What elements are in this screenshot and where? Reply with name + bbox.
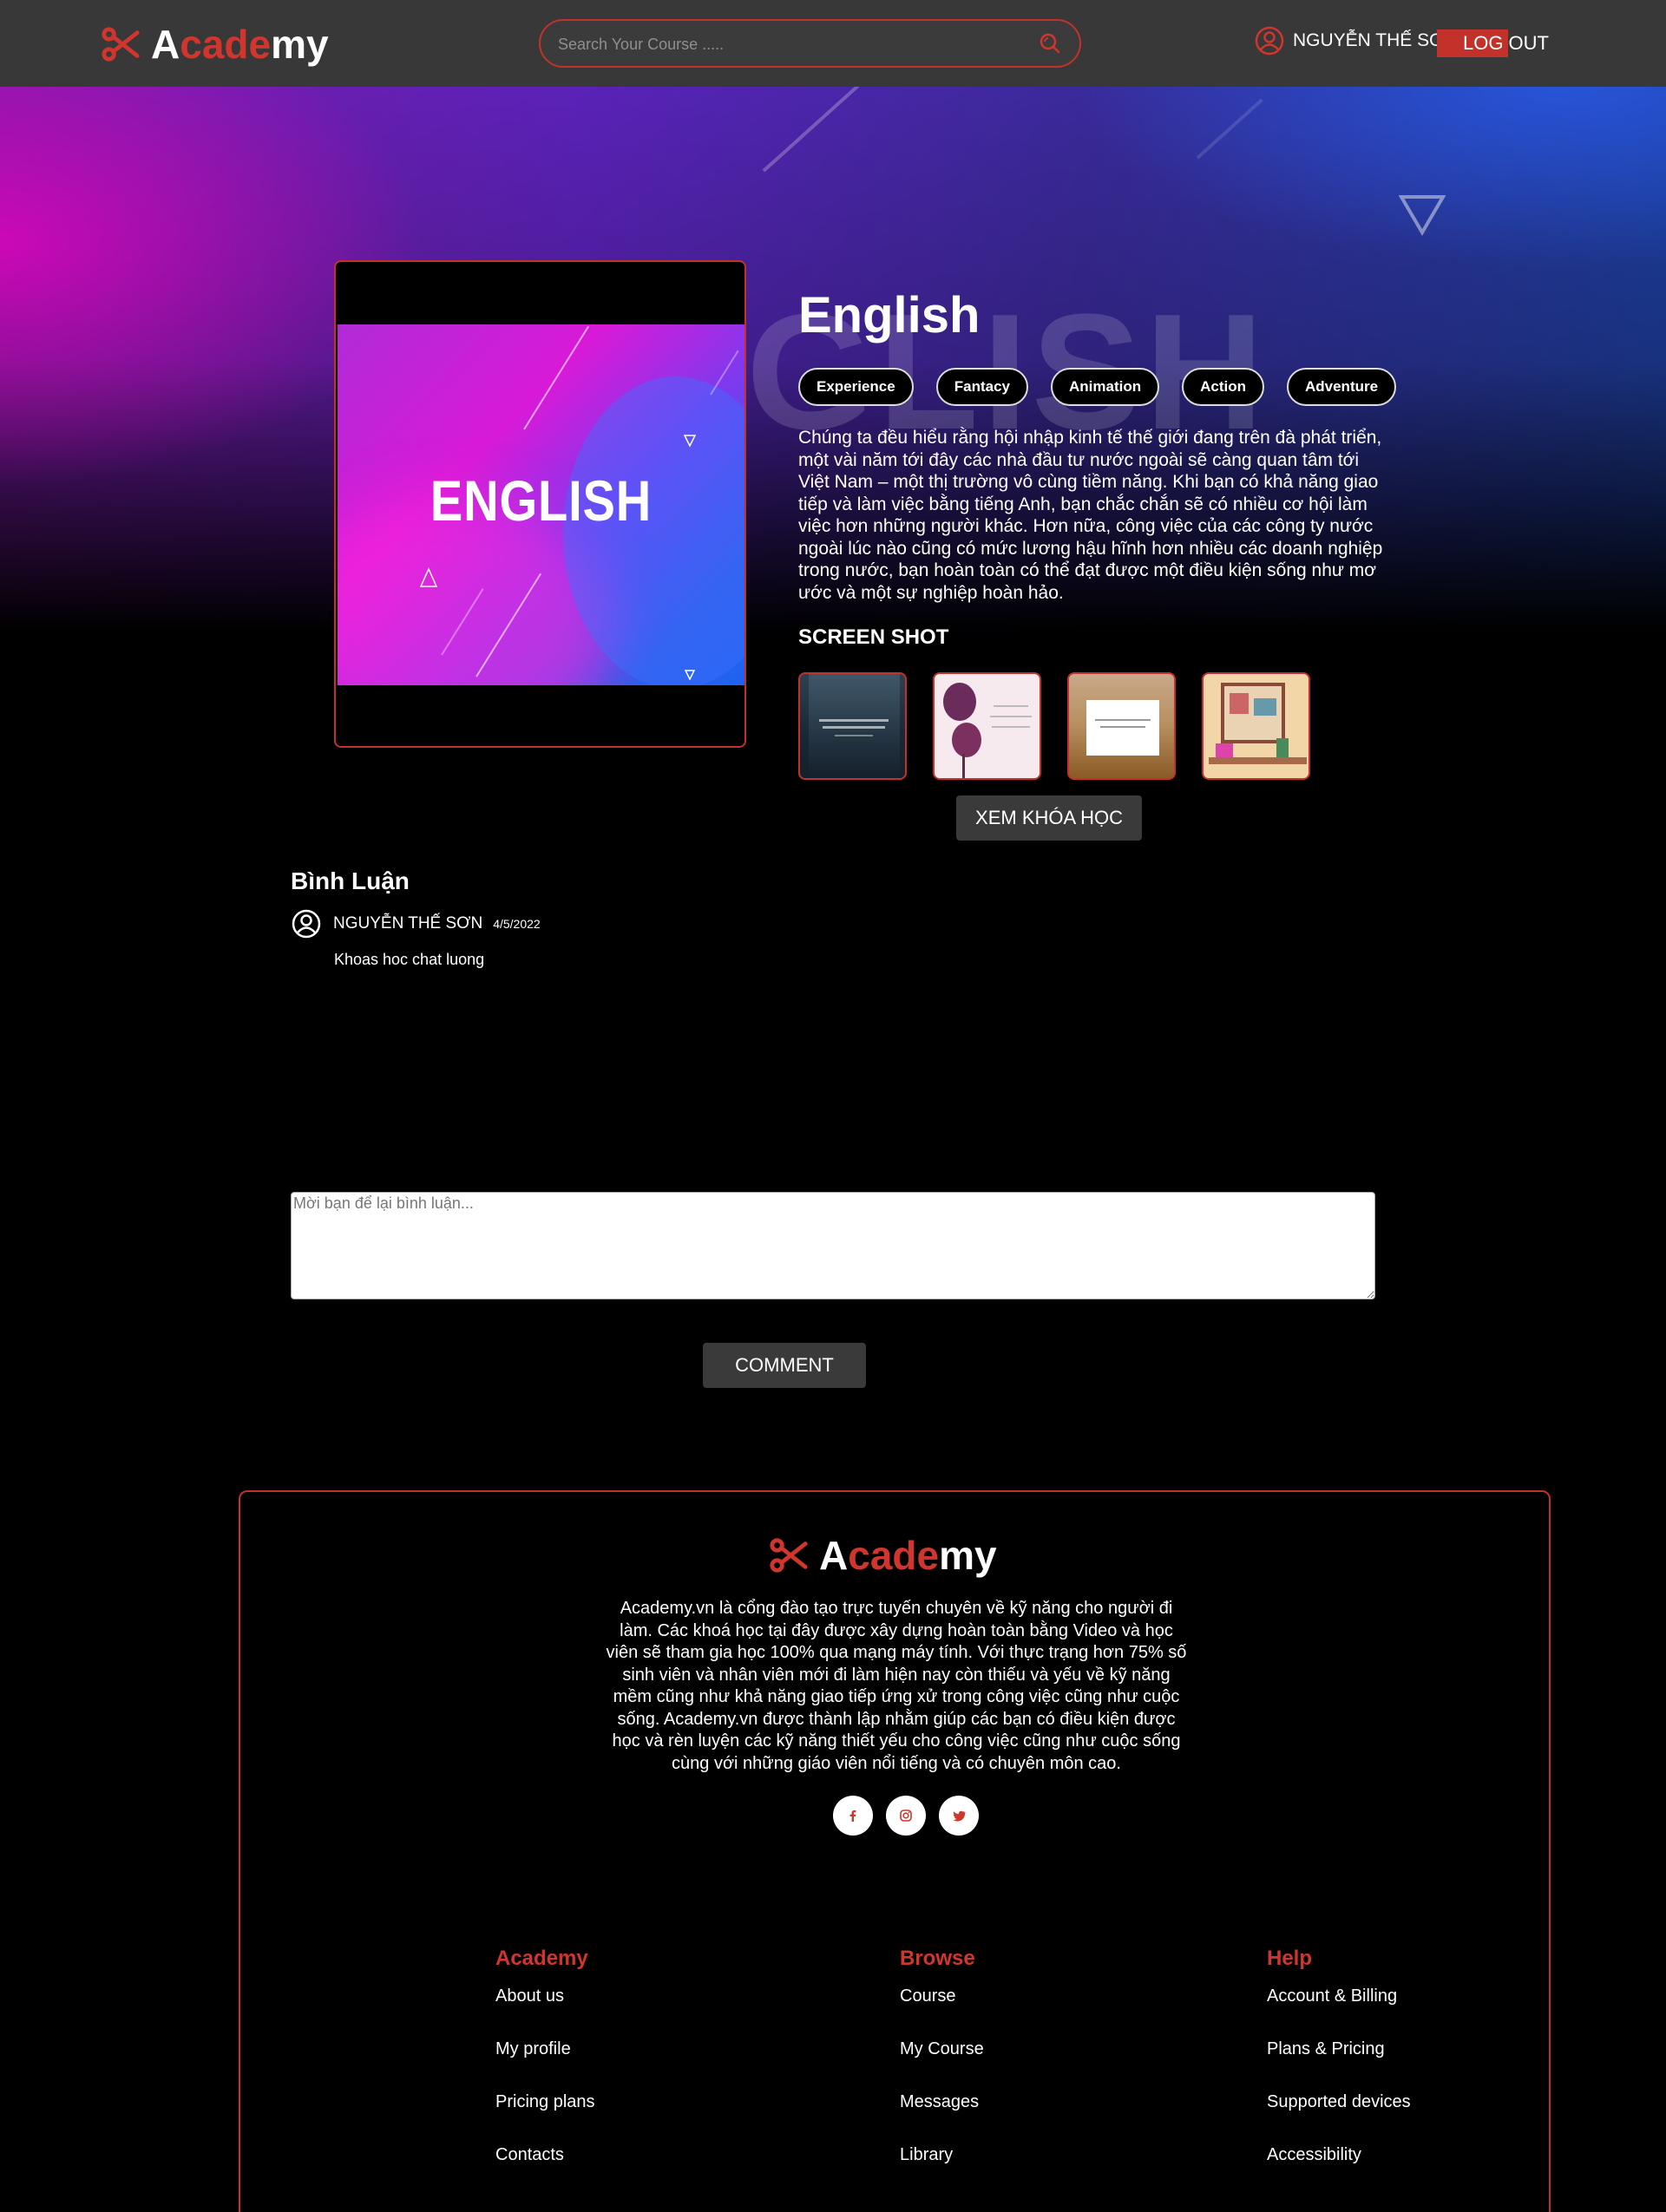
footer-link-my-course[interactable]: My Course: [900, 2036, 984, 2089]
footer-logo[interactable]: Acade my: [769, 1532, 997, 1579]
academy-logo[interactable]: Acade my: [101, 21, 329, 68]
footer-link-about-us[interactable]: About us: [495, 1983, 595, 2036]
comment-author: NGUYỄN THẾ SƠN: [333, 914, 483, 933]
site-footer: Acade my Academy.vn là cổng đào tạo trực …: [239, 1490, 1551, 2212]
comment-submit-button[interactable]: COMMENT: [703, 1343, 866, 1388]
footer-link-accessibility[interactable]: Accessibility: [1267, 2142, 1411, 2195]
footer-about-text: Academy.vn là cổng đào tạo trực tuyến ch…: [606, 1599, 1187, 1773]
logo-text-cade: cade: [180, 22, 272, 67]
logo-text-a: A: [151, 22, 180, 67]
footer-link-supported-devices[interactable]: Supported devices: [1267, 2089, 1411, 2142]
comment-input[interactable]: [291, 1192, 1375, 1299]
logo-text-cade: cade: [848, 1533, 940, 1578]
logo-text-my: my: [939, 1533, 997, 1578]
logout-button[interactable]: LOG OUT: [1437, 29, 1549, 57]
scissors-icon: [770, 1538, 808, 1573]
course-tags: Experience Fantacy Animation Action Adve…: [798, 368, 1419, 406]
screenshot-thumbnail[interactable]: [1202, 672, 1310, 780]
footer-link-contacts[interactable]: Contacts: [495, 2142, 595, 2195]
logout-label-part2: OUT: [1508, 32, 1549, 54]
course-thumbnail-image: ENGLISH: [338, 324, 744, 685]
logo-text-my: my: [271, 22, 329, 67]
tag-action[interactable]: Action: [1182, 368, 1264, 406]
course-title: English: [798, 287, 981, 344]
footer-heading-help: Help: [1267, 1947, 1313, 1970]
decor-triangle: [1399, 195, 1446, 236]
footer-heading-academy: Academy: [495, 1947, 588, 1970]
footer-link-account-billing[interactable]: Account & Billing: [1267, 1983, 1411, 2036]
scissors-icon: [102, 27, 140, 62]
footer-link-library[interactable]: Library: [900, 2142, 984, 2195]
footer-column-academy: Academy About us My profile Pricing plan…: [495, 1947, 595, 2195]
logo-text-a: A: [819, 1533, 849, 1578]
screenshot-thumbnail[interactable]: [933, 672, 1041, 780]
user-name: NGUYỄN THẾ SƠN: [1293, 30, 1459, 50]
footer-link-course[interactable]: Course: [900, 1983, 984, 2036]
instagram-icon[interactable]: [886, 1796, 926, 1836]
user-account[interactable]: NGUYỄN THẾ SƠN: [1255, 26, 1458, 56]
thumbnail-title: ENGLISH: [430, 468, 653, 533]
tag-adventure[interactable]: Adventure: [1286, 368, 1397, 406]
course-thumbnail[interactable]: ENGLISH: [334, 260, 746, 748]
facebook-icon[interactable]: [833, 1796, 873, 1836]
footer-link-messages[interactable]: Messages: [900, 2089, 984, 2142]
comment-item: NGUYỄN THẾ SƠN 4/5/2022: [292, 909, 541, 939]
search-icon[interactable]: [1038, 31, 1060, 54]
decor-streak: [1196, 98, 1263, 160]
tag-experience[interactable]: Experience: [798, 368, 914, 406]
search-bar: [539, 19, 1081, 68]
footer-link-pricing-plans[interactable]: Pricing plans: [495, 2089, 595, 2142]
footer-heading-browse: Browse: [900, 1947, 975, 1970]
twitter-icon[interactable]: [939, 1796, 979, 1836]
footer-column-browse: Browse Course My Course Messages Library: [900, 1947, 984, 2195]
search-input[interactable]: [558, 31, 1026, 57]
top-nav-bar: Academy NGUYỄN THẾ SƠN LOGOUT: [0, 0, 1666, 87]
user-avatar-icon: [1255, 26, 1284, 56]
course-description: Chúng ta đều hiểu rằng hội nhập kinh tế …: [798, 428, 1383, 603]
decor-streak: [762, 87, 875, 173]
footer-column-help: Help Account & Billing Plans & Pricing S…: [1267, 1947, 1411, 2195]
comment-text: Khoas hoc chat luong: [334, 951, 485, 968]
screenshot-heading: SCREEN SHOT: [798, 625, 949, 649]
social-links: [833, 1796, 992, 1836]
tag-animation[interactable]: Animation: [1050, 368, 1160, 406]
screenshot-gallery: [798, 672, 1336, 780]
comments-heading: Bình Luận: [291, 867, 410, 894]
footer-link-plans-pricing[interactable]: Plans & Pricing: [1267, 2036, 1411, 2089]
view-course-button[interactable]: XEM KHÓA HỌC: [956, 795, 1142, 841]
user-avatar-icon: [292, 909, 321, 939]
tag-fantacy[interactable]: Fantacy: [935, 368, 1028, 406]
screenshot-thumbnail[interactable]: [798, 672, 907, 780]
footer-link-my-profile[interactable]: My profile: [495, 2036, 595, 2089]
logout-label-part1: LOG: [1437, 29, 1509, 57]
comment-date: 4/5/2022: [493, 917, 541, 931]
screenshot-thumbnail[interactable]: [1067, 672, 1176, 780]
